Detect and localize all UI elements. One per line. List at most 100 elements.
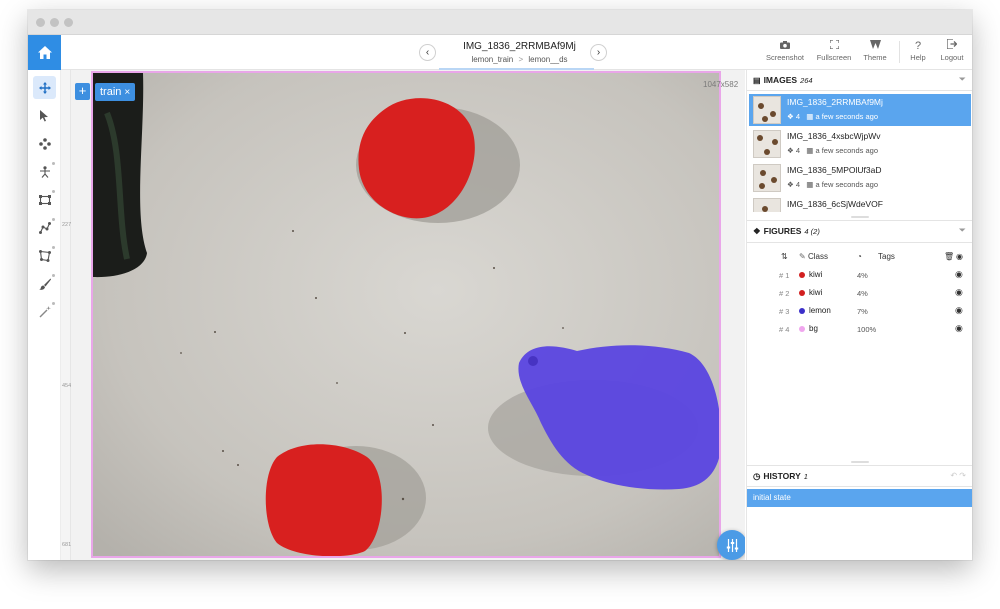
figure-area: 4%	[857, 271, 868, 280]
clock-icon: ◷	[753, 471, 761, 481]
points-tool-button[interactable]	[33, 132, 56, 155]
class-color-dot	[799, 290, 805, 296]
figure-area: 4%	[857, 289, 868, 298]
visibility-eye-icon[interactable]: ◉	[955, 269, 963, 280]
home-button[interactable]	[28, 35, 61, 70]
select-tool-button[interactable]	[33, 104, 56, 127]
figure-row[interactable]: # 1 kiwi 4% ◉	[747, 266, 972, 284]
toolbar-divider	[899, 41, 900, 63]
figure-row[interactable]: # 4 bg 100% ◉	[747, 320, 972, 338]
visibility-eye-icon[interactable]: ◉	[955, 305, 963, 316]
next-image-button[interactable]: ›	[590, 44, 607, 61]
fullscreen-icon	[812, 39, 856, 53]
class-column-header[interactable]: ✎ Class	[799, 252, 828, 261]
history-panel-header: ◷ HISTORY 1	[753, 471, 808, 482]
window-maximize-dot[interactable]	[64, 18, 73, 27]
images-count: 264	[800, 76, 813, 85]
area-column-icon[interactable]: ◔	[857, 252, 862, 261]
rectangle-tool-button[interactable]	[33, 188, 56, 211]
help-button[interactable]: ? Help	[903, 39, 933, 62]
top-bar: ‹ IMG_1836_2RRMBAf9Mj lemon_train > lemo…	[61, 35, 972, 70]
image-time: a few seconds ago	[815, 112, 878, 121]
polyline-tool-button[interactable]	[33, 216, 56, 239]
figures-panel-header: ❖ FIGURES 4 (2)	[753, 226, 820, 237]
breadcrumb-dataset[interactable]: lemon__ds	[528, 55, 567, 64]
panel-divider	[747, 486, 972, 487]
image-list-item[interactable]: IMG_1836_2RRMBAf9Mj ❖ 4 ▦ a few seconds …	[749, 94, 971, 126]
figure-row[interactable]: # 2 kiwi 4% ◉	[747, 284, 972, 302]
polyline-tool-icon	[38, 221, 51, 234]
trash-icon[interactable]: 🗑	[944, 252, 954, 261]
history-item[interactable]: initial state	[747, 489, 972, 507]
figure-class: lemon	[809, 306, 831, 315]
panel-resize-handle[interactable]	[851, 216, 869, 218]
layers-icon: ❖	[787, 112, 794, 121]
panel-divider	[747, 220, 972, 221]
smart-tool-button[interactable]	[33, 300, 56, 323]
image-list-item[interactable]: IMG_1836_6cSjWdeVOF	[749, 196, 971, 212]
brush-icon: ✎	[799, 252, 806, 261]
layers-icon: ❖	[753, 226, 761, 236]
brush-tool-button[interactable]	[33, 272, 56, 295]
theme-button[interactable]: Theme	[857, 39, 893, 62]
image-list-item[interactable]: IMG_1836_4xsbcWjpWv ❖ 4 ▦ a few seconds …	[749, 128, 971, 160]
image-canvas[interactable]: + train × 1047x582	[71, 70, 745, 560]
photo-scene	[93, 73, 719, 556]
image-meta: ❖ 4 ▦ a few seconds ago	[787, 180, 878, 189]
images-icon: ▤	[753, 76, 761, 85]
image-tag-train[interactable]: train ×	[95, 83, 136, 101]
chevron-right-icon: ›	[596, 47, 601, 58]
annotation-app: ‹ IMG_1836_2RRMBAf9Mj lemon_train > lemo…	[28, 35, 972, 560]
window-minimize-dot[interactable]	[50, 18, 59, 27]
tool-options-dot	[52, 246, 55, 249]
image-meta: ❖ 4 ▦ a few seconds ago	[787, 112, 878, 121]
prev-image-button[interactable]: ‹	[419, 44, 436, 61]
logout-button[interactable]: Logout	[935, 38, 969, 62]
figure-area: 100%	[857, 325, 877, 334]
calendar-icon: ▦	[806, 180, 814, 189]
help-label: Help	[910, 53, 926, 62]
history-panel-title: HISTORY	[763, 471, 801, 481]
visibility-eye-icon[interactable]: ◉	[955, 323, 963, 334]
move-tool-button[interactable]	[33, 76, 56, 99]
sort-order-icon[interactable]: ⇅	[781, 252, 788, 261]
visibility-all-icon[interactable]: ◉	[956, 252, 963, 261]
breadcrumb-separator: >	[518, 55, 524, 64]
image-list-item[interactable]: IMG_1836_5MPOlUf3aD ❖ 4 ▦ a few seconds …	[749, 162, 971, 194]
window-titlebar	[28, 10, 972, 35]
undo-redo-icons[interactable]: ↶ ↷	[950, 471, 966, 480]
screenshot-button[interactable]: Screenshot	[763, 39, 807, 62]
image-settings-button[interactable]	[717, 530, 745, 560]
add-tag-button[interactable]: +	[75, 83, 90, 100]
logout-icon	[935, 38, 969, 53]
breadcrumb-project[interactable]: lemon_train	[471, 55, 513, 64]
images-panel-header: ▤ IMAGES 264	[753, 75, 813, 85]
panel-resize-handle[interactable]	[851, 461, 869, 463]
figure-count: 4	[795, 112, 800, 121]
images-filter-icon[interactable]: ⏷	[959, 74, 966, 85]
image-thumbnail	[753, 96, 781, 124]
ruler-tick-label: 454	[62, 383, 72, 389]
polygon-tool-icon	[38, 249, 51, 262]
keypoints-tool-icon	[39, 165, 50, 178]
figure-row[interactable]: # 3 lemon 7% ◉	[747, 302, 972, 320]
visibility-eye-icon[interactable]: ◉	[955, 287, 963, 298]
smart-tool-icon	[39, 305, 51, 317]
figures-filter-icon[interactable]: ⏷	[959, 225, 966, 236]
annotated-photo[interactable]	[91, 71, 721, 558]
kiwi-mask-2	[265, 444, 382, 556]
figure-class: kiwi	[809, 270, 823, 279]
tags-column-header[interactable]: Tags	[878, 252, 895, 261]
camera-icon	[763, 39, 807, 53]
polygon-tool-button[interactable]	[33, 244, 56, 267]
window-close-dot[interactable]	[36, 18, 45, 27]
layers-icon: ❖	[787, 180, 794, 189]
keypoints-tool-button[interactable]	[33, 160, 56, 183]
remove-tag-icon[interactable]: ×	[124, 87, 130, 98]
tool-options-dot	[52, 218, 55, 221]
tag-label: train	[100, 86, 122, 98]
layers-icon: ❖	[787, 146, 794, 155]
screenshot-label: Screenshot	[766, 53, 804, 62]
figure-count: 4	[795, 180, 800, 189]
fullscreen-button[interactable]: Fullscreen	[812, 39, 856, 62]
